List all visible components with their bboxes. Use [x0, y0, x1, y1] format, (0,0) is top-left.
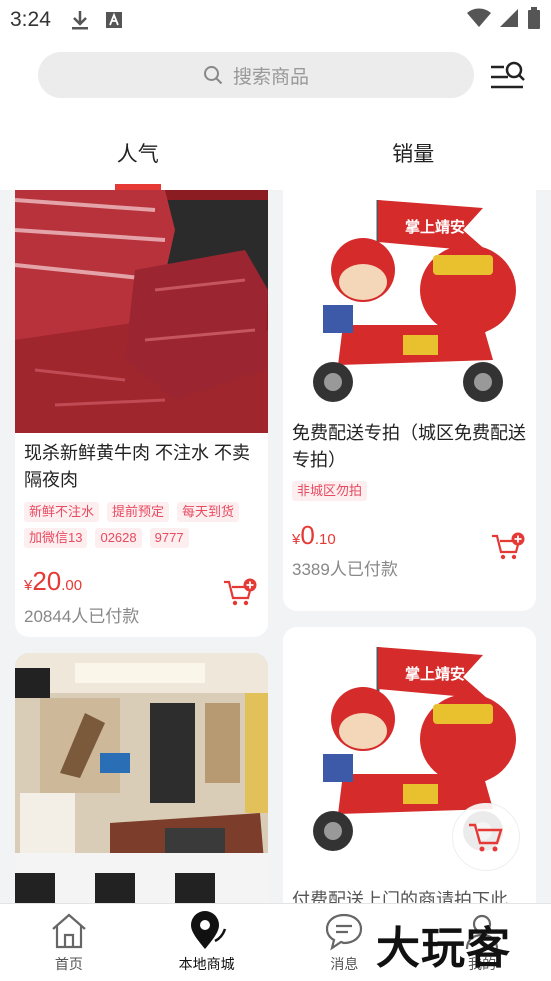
- tag-row: 加微信13 02628 9777: [24, 528, 189, 548]
- flag-text: 掌上靖安: [405, 218, 465, 236]
- product-image-beef: [15, 190, 268, 433]
- product-card[interactable]: 掌上靖安 免费配送专拍（城区免费配送专拍） 非城区勿拍 ¥0.10 3389人已…: [283, 190, 536, 611]
- sold-count: 3389人已付款: [292, 560, 398, 579]
- watermark: 大玩客: [376, 924, 511, 973]
- product-tag: 非城区勿拍: [292, 481, 368, 501]
- nav-local-mall[interactable]: 本地商城: [138, 904, 276, 981]
- signal-icon: [499, 8, 519, 33]
- status-bar: 3:24: [0, 0, 551, 40]
- product-card[interactable]: [15, 653, 268, 903]
- header: 搜索商品 人气 销量: [0, 40, 551, 190]
- floating-cart-button[interactable]: [452, 803, 520, 871]
- product-title: 付费配送上门的商请拍下此: [292, 890, 508, 903]
- product-tag: 新鲜不注水: [24, 502, 100, 522]
- product-title: 现杀新鲜黄牛肉 不注水 不卖隔夜肉: [24, 443, 251, 490]
- product-image-room-interior: [15, 653, 268, 903]
- search-input[interactable]: 搜索商品: [38, 52, 474, 98]
- product-tag: 提前预定: [107, 502, 170, 522]
- product-card[interactable]: 现杀新鲜黄牛肉 不注水 不卖隔夜肉 新鲜不注水 提前预定 每天到货 加微信13 …: [15, 190, 268, 637]
- tab-sales[interactable]: 销量: [276, 128, 551, 190]
- product-image-delivery-rider: 掌上靖安: [283, 190, 536, 410]
- cart-plus-icon: [492, 532, 525, 560]
- nav-label: 本地商城: [178, 956, 235, 972]
- product-tag: 每天到货: [177, 502, 240, 522]
- add-to-cart-button[interactable]: [491, 532, 525, 562]
- search-placeholder: 搜索商品: [232, 66, 309, 88]
- product-price: ¥20.00: [24, 566, 83, 596]
- sort-tabs: 人气 销量: [0, 128, 551, 190]
- nav-label: 首页: [54, 956, 83, 972]
- product-tag: 9777: [149, 528, 189, 548]
- category-menu-button[interactable]: [488, 58, 526, 94]
- nav-home[interactable]: 首页: [0, 904, 138, 981]
- flag-text: 掌上靖安: [405, 665, 465, 683]
- tag-row: 非城区勿拍: [292, 481, 368, 501]
- tab-popularity[interactable]: 人气: [0, 128, 276, 190]
- product-title: 免费配送专拍（城区免费配送专拍）: [292, 423, 526, 470]
- list-search-icon: [491, 61, 525, 89]
- cart-icon: [469, 823, 503, 852]
- battery-icon: [527, 6, 541, 34]
- cart-plus-icon: [224, 578, 257, 606]
- wifi-icon: [467, 8, 491, 33]
- font-icon: [103, 9, 125, 31]
- chat-icon: [323, 910, 365, 952]
- product-tag: 加微信13: [24, 528, 88, 548]
- add-to-cart-button[interactable]: [223, 578, 257, 608]
- product-tag: 02628: [95, 528, 142, 548]
- download-icon: [69, 9, 91, 31]
- product-grid: 现杀新鲜黄牛肉 不注水 不卖隔夜肉 新鲜不注水 提前预定 每天到货 加微信13 …: [0, 190, 551, 903]
- home-icon: [48, 910, 90, 952]
- status-time: 3:24: [10, 8, 51, 31]
- tag-row: 新鲜不注水 提前预定 每天到货: [24, 502, 240, 522]
- location-icon: [186, 910, 228, 952]
- sold-count: 20844人已付款: [24, 607, 140, 626]
- product-price: ¥0.10: [292, 520, 336, 550]
- nav-label: 消息: [330, 956, 359, 972]
- search-icon: [203, 66, 223, 85]
